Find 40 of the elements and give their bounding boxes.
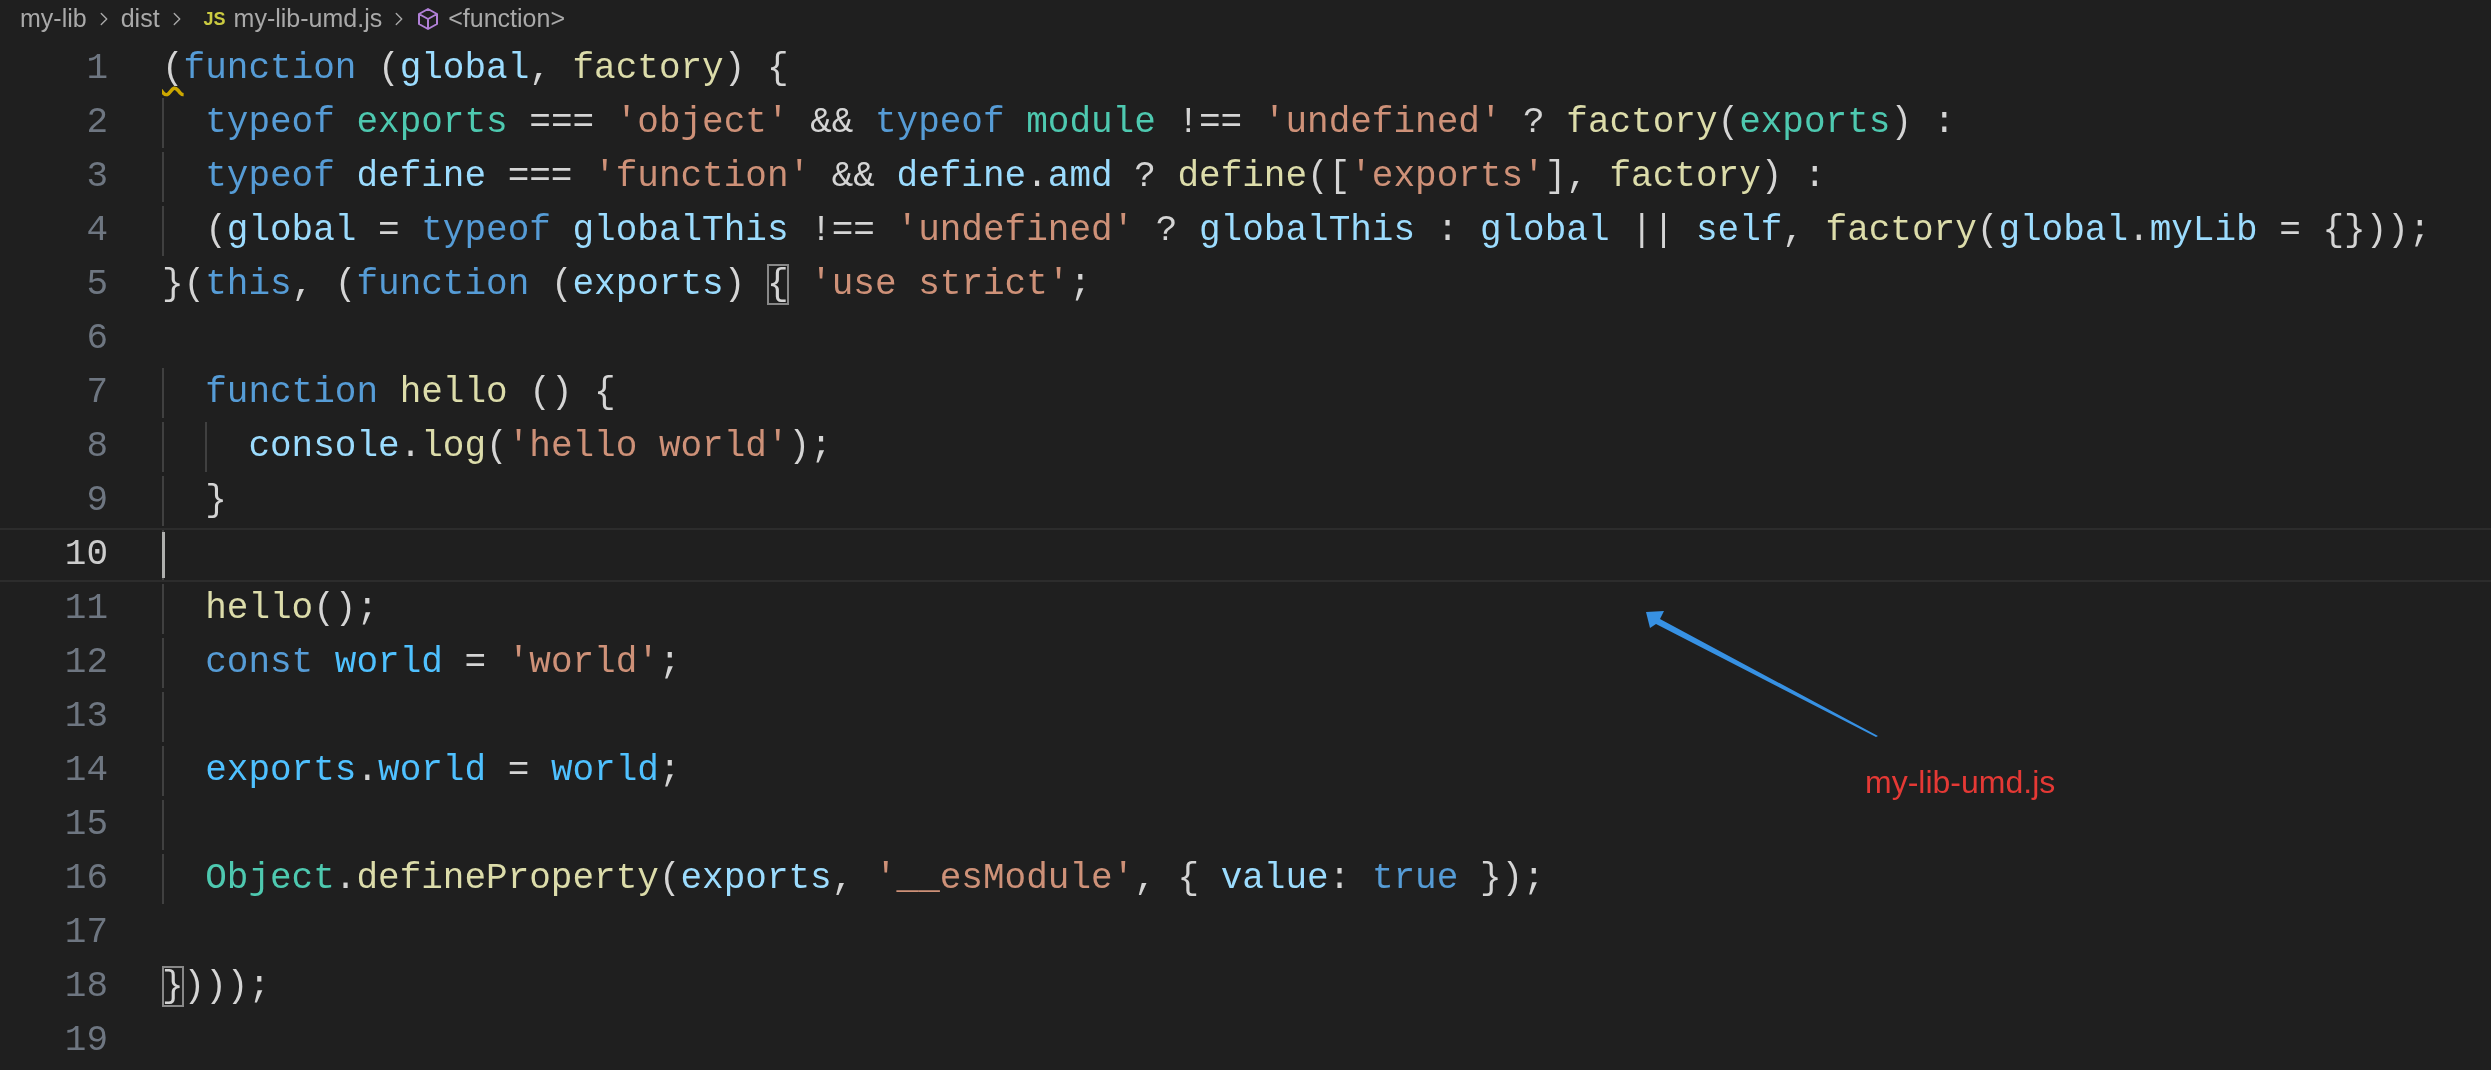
line-number: 10 — [63, 533, 109, 577]
line-number: 15 — [63, 803, 109, 847]
line-number: 2 — [85, 101, 109, 145]
breadcrumb-item[interactable]: <function> — [448, 0, 565, 38]
code-line: typeof define === 'function' && define.amd ? define(['exports'], factory) : — [204, 159, 1826, 195]
code-line: exports.world = world; — [204, 753, 681, 789]
code-line: function hello () { — [204, 375, 616, 411]
annotation-label: my-lib-umd.js — [1865, 763, 2056, 802]
code-line: } — [204, 483, 227, 519]
breadcrumb-item[interactable]: dist — [120, 0, 160, 38]
line-number: 8 — [85, 425, 109, 469]
line-number: 12 — [63, 641, 109, 685]
code-line: (global = typeof globalThis !== 'undefined' ? globalThis : global || self, factory(global.myLib = {})); — [204, 213, 2431, 249]
line-number: 17 — [63, 911, 109, 955]
code-line: console.log('hello world'); — [247, 429, 832, 465]
breadcrumb-item[interactable]: my-lib — [20, 0, 87, 38]
line-number: 7 — [85, 371, 109, 415]
line-number: 4 — [85, 209, 109, 253]
breadcrumb-item[interactable]: my-lib-umd.js — [233, 0, 383, 38]
line-number: 14 — [63, 749, 109, 793]
line-number: 16 — [63, 857, 109, 901]
code-line: (function (global, factory) { — [162, 51, 789, 87]
code-line: hello(); — [204, 591, 379, 627]
code-line: Object.defineProperty(exports, '__esModule', { value: true }); — [204, 861, 1545, 897]
line-number: 11 — [63, 587, 109, 631]
code-line: typeof exports === 'object' && typeof module !== 'undefined' ? factory(exports) : — [204, 105, 1956, 141]
code-line: }))); — [162, 969, 271, 1005]
text-cursor — [162, 532, 165, 578]
code-line: const world = 'world'; — [204, 645, 681, 681]
line-number: 9 — [85, 479, 109, 523]
cube-icon — [416, 7, 441, 31]
line-number: 5 — [85, 263, 109, 307]
line-number: 6 — [85, 317, 109, 361]
line-number: 18 — [63, 965, 109, 1009]
line-number: 3 — [85, 155, 109, 199]
code-line: }(this, (function (exports) { 'use strict'; — [162, 267, 1092, 303]
line-number: 13 — [63, 695, 109, 739]
line-number: 19 — [63, 1019, 109, 1063]
line-number: 1 — [85, 47, 109, 91]
js-file-icon: JS — [203, 5, 226, 33]
